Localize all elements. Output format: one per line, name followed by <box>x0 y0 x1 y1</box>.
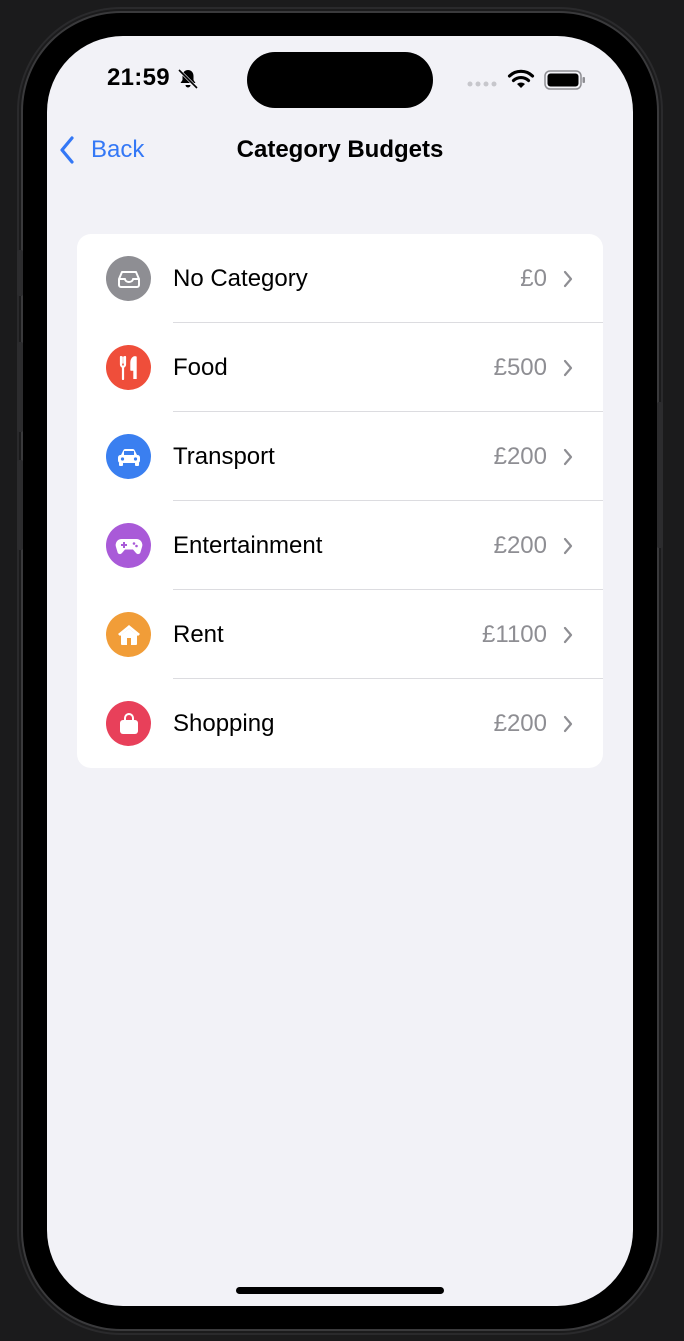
category-row-no-category[interactable]: No Category £0 <box>77 234 603 323</box>
wifi-icon <box>507 69 535 88</box>
chevron-right-icon <box>563 715 573 733</box>
signal-icon <box>467 81 497 87</box>
category-label: Shopping <box>173 710 275 737</box>
fork-knife-icon <box>119 355 137 380</box>
dynamic-island <box>247 52 433 108</box>
category-icon-badge <box>106 523 151 568</box>
category-icon-badge <box>106 345 151 390</box>
category-budget: £0 <box>520 265 547 292</box>
bell-slash-icon <box>177 68 199 90</box>
category-budget: £1100 <box>482 621 547 648</box>
category-icon-badge <box>106 434 151 479</box>
category-icon-badge <box>106 612 151 657</box>
screen: 21:59 Back Category Budgets No Category … <box>47 36 633 1306</box>
category-label: Rent <box>173 621 224 648</box>
category-label: No Category <box>173 265 308 292</box>
chevron-right-icon <box>563 537 573 555</box>
category-label: Transport <box>173 443 275 470</box>
action-button <box>17 250 23 296</box>
chevron-right-icon <box>563 270 573 288</box>
category-row-rent[interactable]: Rent £1100 <box>77 590 603 679</box>
category-budget: £200 <box>493 443 547 470</box>
volume-down-button <box>17 460 23 550</box>
home-indicator[interactable] <box>236 1287 444 1294</box>
chevron-right-icon <box>563 359 573 377</box>
gamecontroller-icon <box>115 538 142 554</box>
category-icon-badge <box>106 701 151 746</box>
category-row-transport[interactable]: Transport £200 <box>77 412 603 501</box>
category-row-shopping[interactable]: Shopping £200 <box>77 679 603 768</box>
volume-up-button <box>17 342 23 432</box>
chevron-right-icon <box>563 448 573 466</box>
category-budget: £200 <box>493 532 547 559</box>
category-label: Entertainment <box>173 532 323 559</box>
category-row-food[interactable]: Food £500 <box>77 323 603 412</box>
category-budget: £200 <box>493 710 547 737</box>
battery-icon <box>544 70 585 90</box>
status-time: 21:59 <box>107 64 170 91</box>
car-icon <box>117 448 140 466</box>
page-title: Category Budgets <box>236 136 444 163</box>
category-list: No Category £0 Food £500 Transport £200 … <box>77 234 603 768</box>
tray-icon <box>117 270 140 288</box>
house-icon <box>117 624 140 645</box>
power-button <box>657 402 663 548</box>
category-icon-badge <box>106 256 151 301</box>
category-row-entertainment[interactable]: Entertainment £200 <box>77 501 603 590</box>
chevron-right-icon <box>563 626 573 644</box>
category-budget: £500 <box>493 354 547 381</box>
bag-icon <box>119 712 138 734</box>
category-label: Food <box>173 354 228 381</box>
